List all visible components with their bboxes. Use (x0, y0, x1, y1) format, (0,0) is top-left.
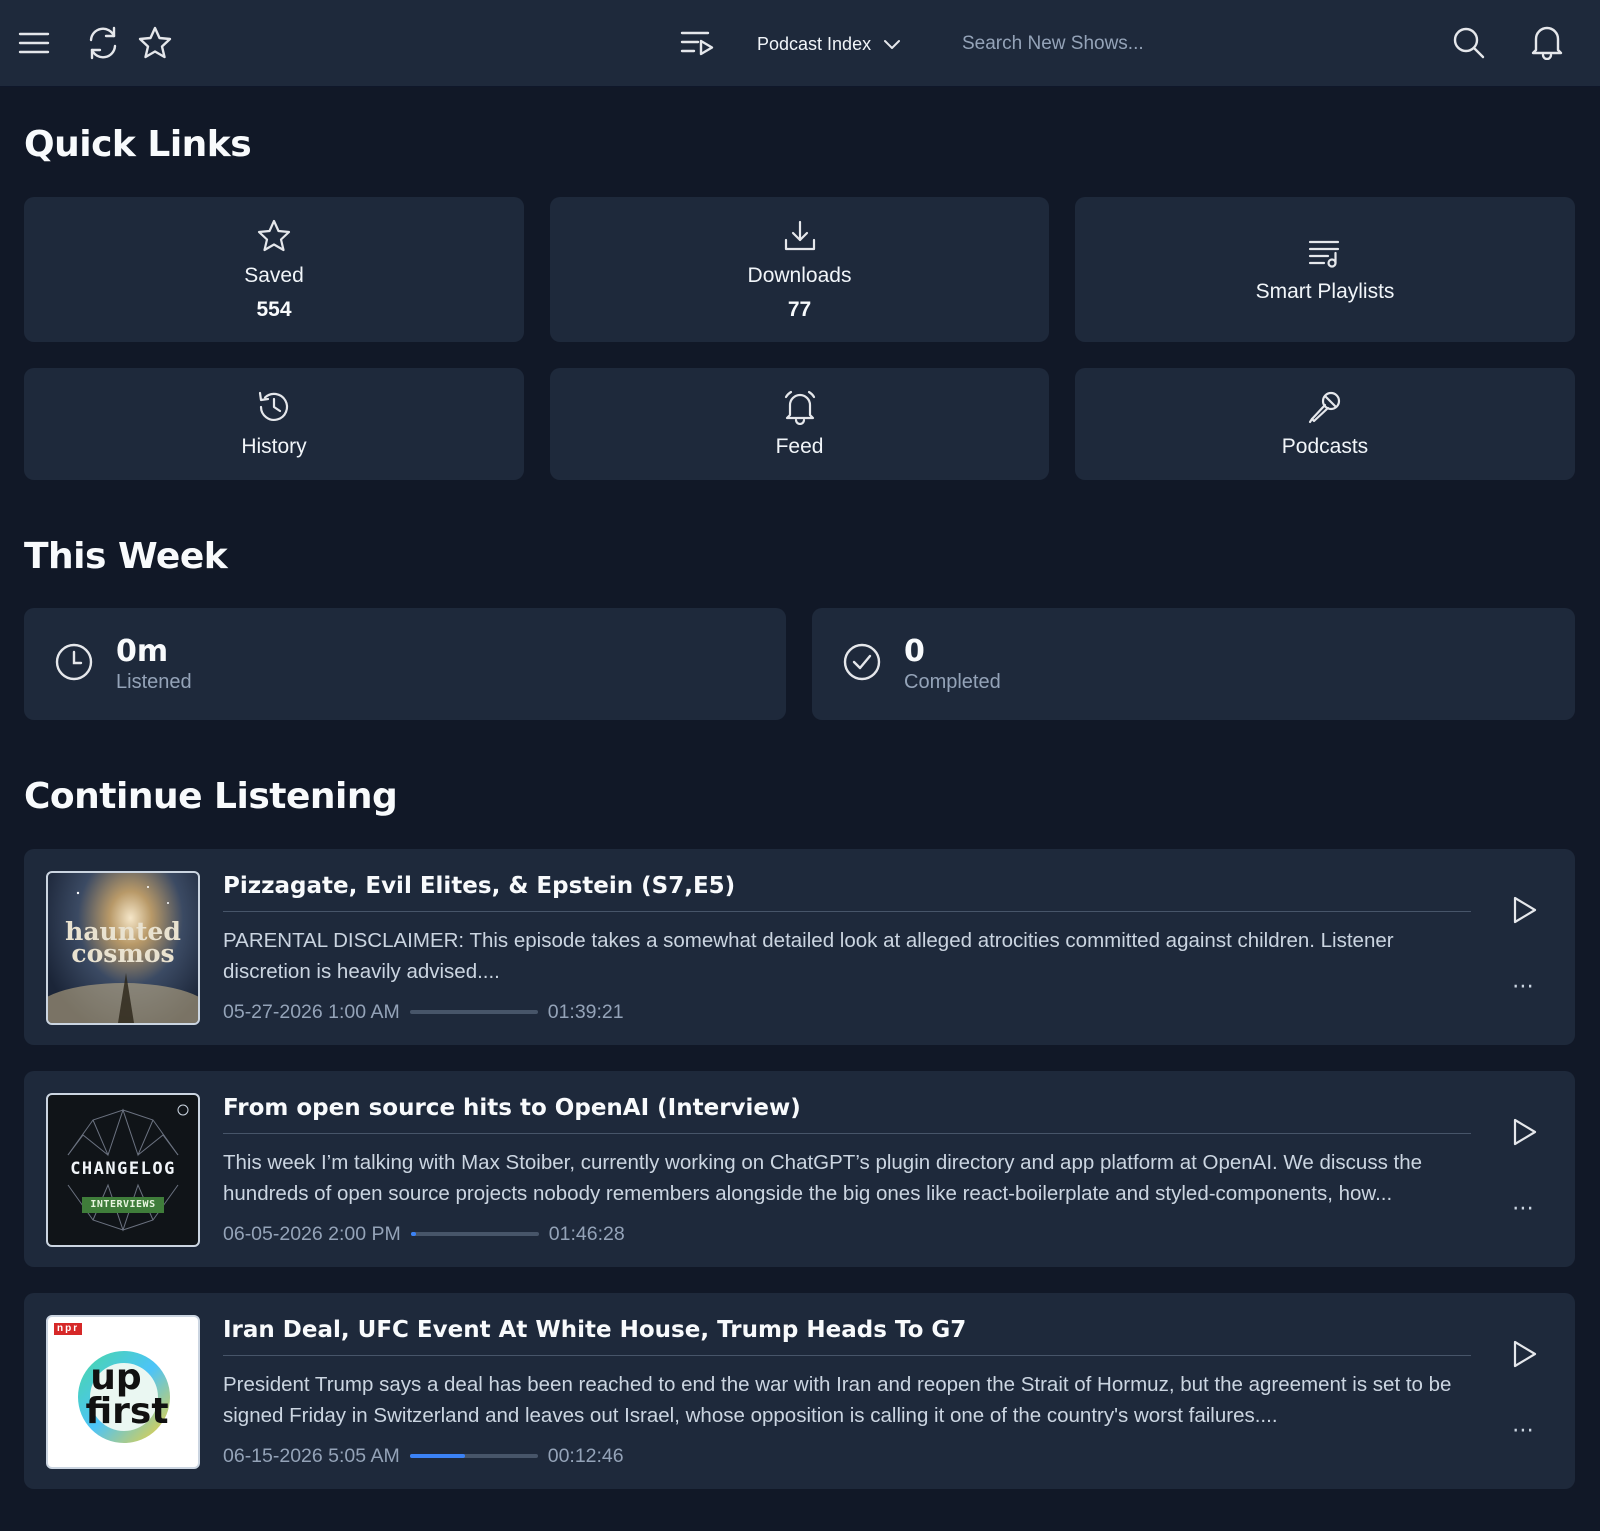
episode-title[interactable]: Pizzagate, Evil Elites, & Epstein (S7,E5… (223, 873, 1483, 899)
episode-title[interactable]: From open source hits to OpenAI (Intervi… (223, 1095, 1483, 1121)
search-icon[interactable] (1452, 26, 1486, 60)
notifications-bell-icon[interactable] (1530, 24, 1564, 60)
episode-card: npr up first Iran Deal, UFC Event At Whi… (24, 1293, 1575, 1489)
quick-link-smart-playlists[interactable]: Smart Playlists (1075, 197, 1575, 342)
queue-icon[interactable] (680, 28, 714, 58)
artwork-text: INTERVIEWS (82, 1197, 164, 1213)
chevron-down-icon (883, 34, 901, 55)
quick-link-label: Saved (244, 263, 304, 287)
episode-duration: 01:46:28 (548, 1222, 625, 1245)
quick-link-label: Smart Playlists (1255, 279, 1395, 303)
episode-meta: 06-05-2026 2:00 PM 01:46:28 (223, 1221, 625, 1247)
episode-progress-bar (409, 1010, 538, 1014)
artwork-text: CHANGELOG (70, 1159, 176, 1179)
more-options-icon[interactable]: ⋯ (1512, 1417, 1536, 1443)
podcast-artwork[interactable]: haunted cosmos (46, 871, 200, 1025)
more-options-icon[interactable]: ⋯ (1512, 973, 1536, 999)
playlist-icon (1307, 236, 1343, 270)
listened-label: Listened (116, 670, 192, 693)
episode-duration: 00:12:46 (547, 1444, 624, 1467)
artwork-text: cosmos (71, 939, 175, 968)
source-label: Podcast Index (757, 33, 872, 54)
divider (223, 1355, 1471, 1356)
quick-link-count: 554 (256, 297, 292, 321)
source-dropdown[interactable]: Podcast Index (757, 28, 901, 60)
podcast-artwork[interactable]: npr up first (46, 1315, 200, 1469)
quick-link-history[interactable]: History (24, 368, 524, 480)
microphone-icon (1307, 389, 1343, 425)
podcast-artwork[interactable]: CHANGELOG INTERVIEWS (46, 1093, 200, 1247)
quick-link-label: History (241, 435, 307, 458)
download-icon (782, 218, 818, 254)
listened-value: 0m (116, 633, 169, 669)
check-circle-icon (842, 642, 882, 687)
episode-date: 05-27-2026 1:00 AM (223, 1000, 400, 1023)
episode-card: CHANGELOG INTERVIEWS From open source hi… (24, 1071, 1575, 1267)
episode-progress-bar (409, 1454, 538, 1458)
continue-listening-title: Continue Listening (24, 776, 398, 817)
quick-link-saved[interactable]: Saved 554 (24, 197, 524, 342)
play-button[interactable] (1510, 1339, 1538, 1374)
episode-description: PARENTAL DISCLAIMER: This episode takes … (223, 929, 1394, 983)
artwork-text: first (85, 1391, 169, 1432)
episode-description: This week I’m talking with Max Stoiber, … (223, 1151, 1423, 1205)
episode-meta: 06-15-2026 5:05 AM 00:12:46 (223, 1443, 624, 1469)
play-button[interactable] (1510, 1117, 1538, 1152)
completed-label: Completed (904, 670, 1001, 693)
episode-duration: 01:39:21 (547, 1000, 624, 1023)
episode-title[interactable]: Iran Deal, UFC Event At White House, Tru… (223, 1317, 1483, 1343)
divider (223, 1133, 1471, 1134)
quick-links-title: Quick Links (24, 124, 252, 165)
bell-icon (782, 389, 818, 425)
divider (223, 911, 1471, 912)
artwork-text: up (90, 1357, 142, 1398)
quick-link-count: 77 (787, 297, 812, 321)
favorites-star-icon[interactable] (137, 25, 173, 61)
clock-icon (54, 642, 94, 687)
more-options-icon[interactable]: ⋯ (1512, 1195, 1536, 1221)
quick-link-label: Podcasts (1281, 435, 1369, 458)
quick-link-feed[interactable]: Feed (550, 368, 1049, 480)
episode-card: haunted cosmos Pizzagate, Evil Elites, &… (24, 849, 1575, 1045)
completed-stat: 0 Completed (812, 608, 1575, 720)
quick-link-label: Downloads (747, 263, 852, 287)
star-icon (256, 218, 292, 254)
top-bar: Podcast Index (0, 0, 1600, 87)
episode-progress-bar (410, 1232, 539, 1236)
menu-icon[interactable] (18, 28, 50, 58)
refresh-icon[interactable] (86, 25, 120, 61)
this-week-title: This Week (24, 536, 228, 577)
episode-date: 06-05-2026 2:00 PM (223, 1222, 401, 1245)
episode-description: President Trump says a deal has been rea… (223, 1373, 1452, 1427)
quick-link-label: Feed (775, 435, 824, 458)
search-input[interactable] (962, 24, 1442, 64)
quick-link-podcasts[interactable]: Podcasts (1075, 368, 1575, 480)
episode-meta: 05-27-2026 1:00 AM 01:39:21 (223, 999, 624, 1025)
play-button[interactable] (1510, 895, 1538, 930)
listened-stat: 0m Listened (24, 608, 786, 720)
episode-date: 06-15-2026 5:05 AM (223, 1444, 400, 1467)
history-icon (256, 389, 292, 425)
quick-link-downloads[interactable]: Downloads 77 (550, 197, 1049, 342)
completed-value: 0 (904, 633, 925, 669)
